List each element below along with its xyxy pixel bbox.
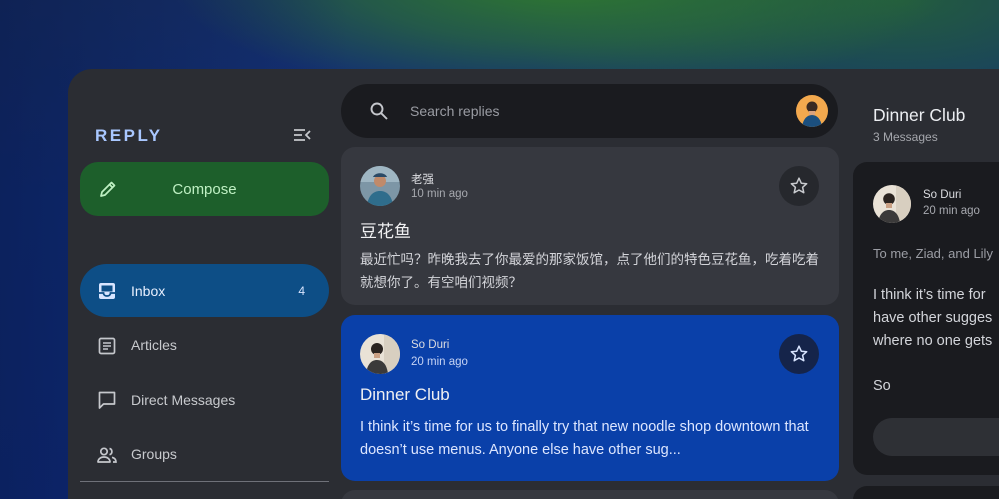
email-subject: 豆花鱼 [360, 222, 411, 241]
compose-button[interactable]: Compose [80, 162, 329, 216]
email-time: 20 min ago [411, 356, 468, 368]
app-window: REPLY Compose Inbox 4 Articles Direct Me… [68, 69, 999, 499]
search-bar[interactable] [341, 84, 838, 138]
email-sender: So Duri [411, 339, 450, 351]
reply-button[interactable] [873, 418, 999, 456]
sidebar-item-label: Articles [131, 337, 177, 353]
sidebar-item-articles[interactable]: Articles [80, 319, 329, 372]
sidebar-item-inbox[interactable]: Inbox 4 [80, 264, 329, 317]
sidebar-item-groups[interactable]: Groups [80, 428, 329, 481]
email-preview: 最近忙吗？昨晚我去了你最爱的那家饭馆，点了他们的特色豆花鱼，吃着吃着就想你了。有… [360, 252, 819, 290]
search-input[interactable] [410, 99, 770, 123]
chat-bubble-icon [96, 389, 118, 411]
star-icon [790, 177, 808, 194]
email-card-selected[interactable]: So Duri 20 min ago Dinner Club I think i… [341, 315, 839, 481]
email-sender: 老强 [411, 174, 434, 186]
detail-body-line: where no one gets [873, 333, 993, 349]
sender-avatar [873, 185, 911, 223]
detail-message-count: 3 Messages [873, 130, 938, 144]
star-button[interactable] [779, 334, 819, 374]
app-brand: REPLY [95, 126, 163, 145]
detail-message [853, 486, 999, 499]
email-card[interactable]: 老强 10 min ago 豆花鱼 最近忙吗？昨晚我去了你最爱的那家饭馆，点了他… [341, 147, 839, 305]
sidebar-divider [80, 481, 329, 482]
sidebar-item-label: Groups [131, 446, 177, 462]
groups-icon [96, 444, 118, 466]
detail-title: Dinner Club [873, 105, 966, 125]
sender-avatar [360, 334, 400, 374]
sidebar-item-label: Direct Messages [131, 391, 236, 408]
star-button[interactable] [779, 166, 819, 206]
pencil-icon [98, 179, 118, 199]
email-preview: I think it’s time for us to finally try … [360, 419, 809, 458]
sender-avatar [360, 166, 400, 206]
article-icon [96, 335, 118, 357]
detail-time: 20 min ago [923, 205, 980, 217]
detail-body-text: I think it’s time for have other sugges … [873, 284, 999, 353]
account-avatar[interactable] [796, 95, 828, 127]
sidebar-item-label: Inbox [131, 282, 166, 299]
search-icon [369, 101, 389, 121]
detail-header: Dinner Club 3 Messages [853, 84, 999, 159]
email-card[interactable] [341, 490, 839, 499]
inbox-icon [96, 280, 118, 302]
inbox-count-badge: 4 [298, 283, 305, 298]
detail-body-line: have other sugges [873, 310, 993, 326]
sidebar-item-direct-messages[interactable]: Direct Messages [80, 373, 329, 426]
detail-recipients: To me, Ziad, and Lily [873, 246, 993, 261]
detail-signoff: So [873, 378, 891, 394]
menu-collapse-icon[interactable] [292, 125, 312, 145]
detail-body-line: I think it’s time for [873, 287, 986, 303]
sidebar-nav: Inbox 4 Articles Direct Messages Groups [80, 264, 329, 482]
email-subject: Dinner Club [360, 385, 450, 404]
email-time: 10 min ago [411, 188, 468, 200]
detail-message: So Duri 20 min ago To me, Ziad, and Lily… [853, 162, 999, 475]
star-icon [790, 345, 808, 362]
detail-sender: So Duri [923, 189, 962, 201]
